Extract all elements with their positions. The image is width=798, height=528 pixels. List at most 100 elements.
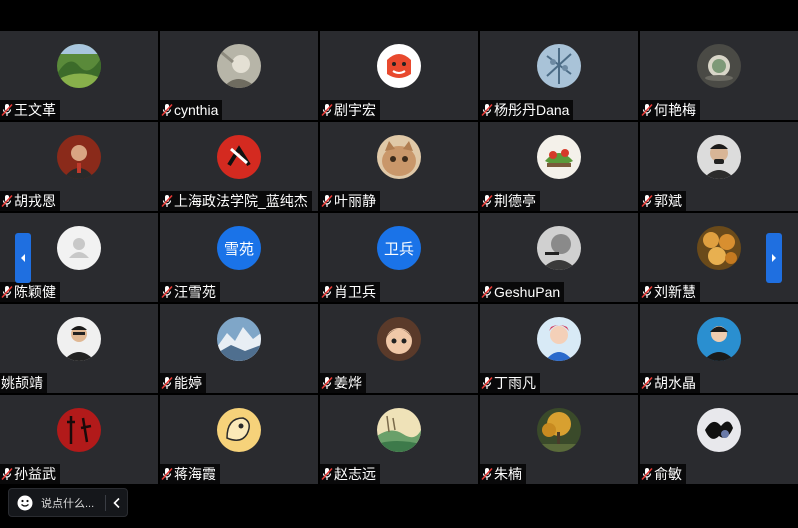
participant-name: cynthia bbox=[174, 102, 219, 118]
participant-avatar bbox=[57, 408, 101, 452]
participant-tile[interactable]: 赵志远 bbox=[320, 395, 478, 484]
participant-tile[interactable]: 丁雨凡 bbox=[480, 304, 638, 393]
chevron-left-icon[interactable] bbox=[112, 497, 122, 509]
participant-avatar bbox=[697, 44, 741, 88]
participant-tile[interactable]: 胡水晶 bbox=[640, 304, 798, 393]
participant-avatar: 雪苑 bbox=[217, 226, 261, 270]
participant-avatar bbox=[537, 135, 581, 179]
participant-tile[interactable]: 郭斌 bbox=[640, 122, 798, 211]
smiley-icon[interactable] bbox=[17, 495, 33, 511]
participant-name: 俞敏 bbox=[654, 466, 682, 482]
participant-tile[interactable]: 胡戎恩 bbox=[0, 122, 158, 211]
participant-name-tag: 郭斌 bbox=[640, 191, 686, 211]
participant-avatar bbox=[57, 44, 101, 88]
participant-tile[interactable]: 孙益武 bbox=[0, 395, 158, 484]
participant-name-tag: 赵志远 bbox=[320, 464, 380, 484]
participant-name: 剧宇宏 bbox=[334, 102, 376, 118]
avatar-initials: 卫兵 bbox=[383, 240, 414, 258]
participant-name-tag: 杨彤丹Dana bbox=[480, 100, 574, 120]
participant-avatar bbox=[697, 408, 741, 452]
participant-grid: 王文革 cynthia 剧宇宏 杨彤丹Dana 何艳梅 胡戎恩 上海政法学院_蓝… bbox=[0, 31, 798, 484]
participant-name-tag: 王文革 bbox=[0, 100, 60, 120]
participant-avatar bbox=[217, 44, 261, 88]
previous-page-button[interactable] bbox=[15, 233, 31, 283]
mic-muted-icon bbox=[161, 376, 173, 390]
participant-tile[interactable]: 姚颉靖 bbox=[0, 304, 158, 393]
participant-tile[interactable]: 姜烨 bbox=[320, 304, 478, 393]
participant-name: 丁雨凡 bbox=[494, 375, 536, 391]
participant-tile[interactable]: 能婷 bbox=[160, 304, 318, 393]
mic-muted-icon bbox=[481, 376, 493, 390]
participant-name-tag: 姜烨 bbox=[320, 373, 366, 393]
next-page-button[interactable] bbox=[766, 233, 782, 283]
mic-muted-icon bbox=[161, 285, 173, 299]
participant-avatar bbox=[697, 226, 741, 270]
participant-name: 叶丽静 bbox=[334, 193, 376, 209]
participant-name-tag: 姚颉靖 bbox=[0, 373, 47, 393]
participant-name-tag: 陈颖健 bbox=[0, 282, 60, 302]
participant-tile[interactable]: 俞敏 bbox=[640, 395, 798, 484]
participant-avatar bbox=[537, 44, 581, 88]
participant-name-tag: 孙益武 bbox=[0, 464, 60, 484]
participant-avatar: 卫兵 bbox=[377, 226, 421, 270]
mic-muted-icon bbox=[1, 194, 13, 208]
participant-tile[interactable]: 剧宇宏 bbox=[320, 31, 478, 120]
participant-tile[interactable]: 蒋海霞 bbox=[160, 395, 318, 484]
participant-tile[interactable]: cynthia bbox=[160, 31, 318, 120]
chat-input-placeholder[interactable]: 说点什么... bbox=[41, 495, 101, 511]
participant-name-tag: 肖卫兵 bbox=[320, 282, 380, 302]
participant-avatar bbox=[537, 226, 581, 270]
participant-name-tag: 剧宇宏 bbox=[320, 100, 380, 120]
participant-tile[interactable]: 叶丽静 bbox=[320, 122, 478, 211]
mic-muted-icon bbox=[641, 103, 653, 117]
participant-name: 何艳梅 bbox=[654, 102, 696, 118]
mic-muted-icon bbox=[321, 285, 333, 299]
participant-name: 杨彤丹Dana bbox=[494, 102, 570, 118]
participant-avatar bbox=[537, 317, 581, 361]
participant-name: 朱楠 bbox=[494, 466, 522, 482]
participant-name: 陈颖健 bbox=[14, 284, 56, 300]
participant-name: 能婷 bbox=[174, 375, 202, 391]
participant-name: 郭斌 bbox=[654, 193, 682, 209]
participant-tile[interactable]: 雪苑 汪雪苑 bbox=[160, 213, 318, 302]
avatar-initials: 雪苑 bbox=[223, 240, 254, 258]
participant-name-tag: 胡戎恩 bbox=[0, 191, 60, 211]
participant-name: 胡戎恩 bbox=[14, 193, 56, 209]
participant-name-tag: 叶丽静 bbox=[320, 191, 380, 211]
bottom-bar: 说点什么... bbox=[0, 484, 798, 528]
mic-muted-icon bbox=[641, 285, 653, 299]
participant-avatar bbox=[217, 317, 261, 361]
participant-avatar bbox=[57, 317, 101, 361]
participant-tile[interactable]: 王文革 bbox=[0, 31, 158, 120]
participant-avatar bbox=[697, 135, 741, 179]
participant-name: 上海政法学院_蓝纯杰 bbox=[174, 193, 308, 209]
divider bbox=[105, 494, 106, 511]
participant-avatar bbox=[377, 135, 421, 179]
mic-muted-icon bbox=[641, 194, 653, 208]
participant-tile[interactable]: 何艳梅 bbox=[640, 31, 798, 120]
mic-muted-icon bbox=[641, 376, 653, 390]
participant-avatar bbox=[217, 408, 261, 452]
chat-input-box[interactable]: 说点什么... bbox=[8, 488, 128, 517]
chevron-right-icon bbox=[772, 254, 776, 262]
participant-tile[interactable]: 杨彤丹Dana bbox=[480, 31, 638, 120]
participant-name-tag: 能婷 bbox=[160, 373, 206, 393]
top-bar bbox=[0, 0, 798, 31]
participant-name-tag: GeshuPan bbox=[480, 282, 565, 302]
participant-name: 王文革 bbox=[14, 102, 56, 118]
participant-name-tag: 刘新慧 bbox=[640, 282, 700, 302]
mic-muted-icon bbox=[1, 103, 13, 117]
participant-tile[interactable]: 上海政法学院_蓝纯杰 bbox=[160, 122, 318, 211]
participant-avatar bbox=[217, 135, 261, 179]
participant-name: 孙益武 bbox=[14, 466, 56, 482]
participant-name: GeshuPan bbox=[494, 284, 561, 300]
participant-tile[interactable]: 卫兵 肖卫兵 bbox=[320, 213, 478, 302]
participant-tile[interactable]: GeshuPan bbox=[480, 213, 638, 302]
participant-tile[interactable]: 荆德亭 bbox=[480, 122, 638, 211]
participant-name: 荆德亭 bbox=[494, 193, 536, 209]
participant-avatar bbox=[57, 135, 101, 179]
mic-muted-icon bbox=[1, 285, 13, 299]
mic-muted-icon bbox=[321, 467, 333, 481]
mic-muted-icon bbox=[161, 467, 173, 481]
participant-tile[interactable]: 朱楠 bbox=[480, 395, 638, 484]
